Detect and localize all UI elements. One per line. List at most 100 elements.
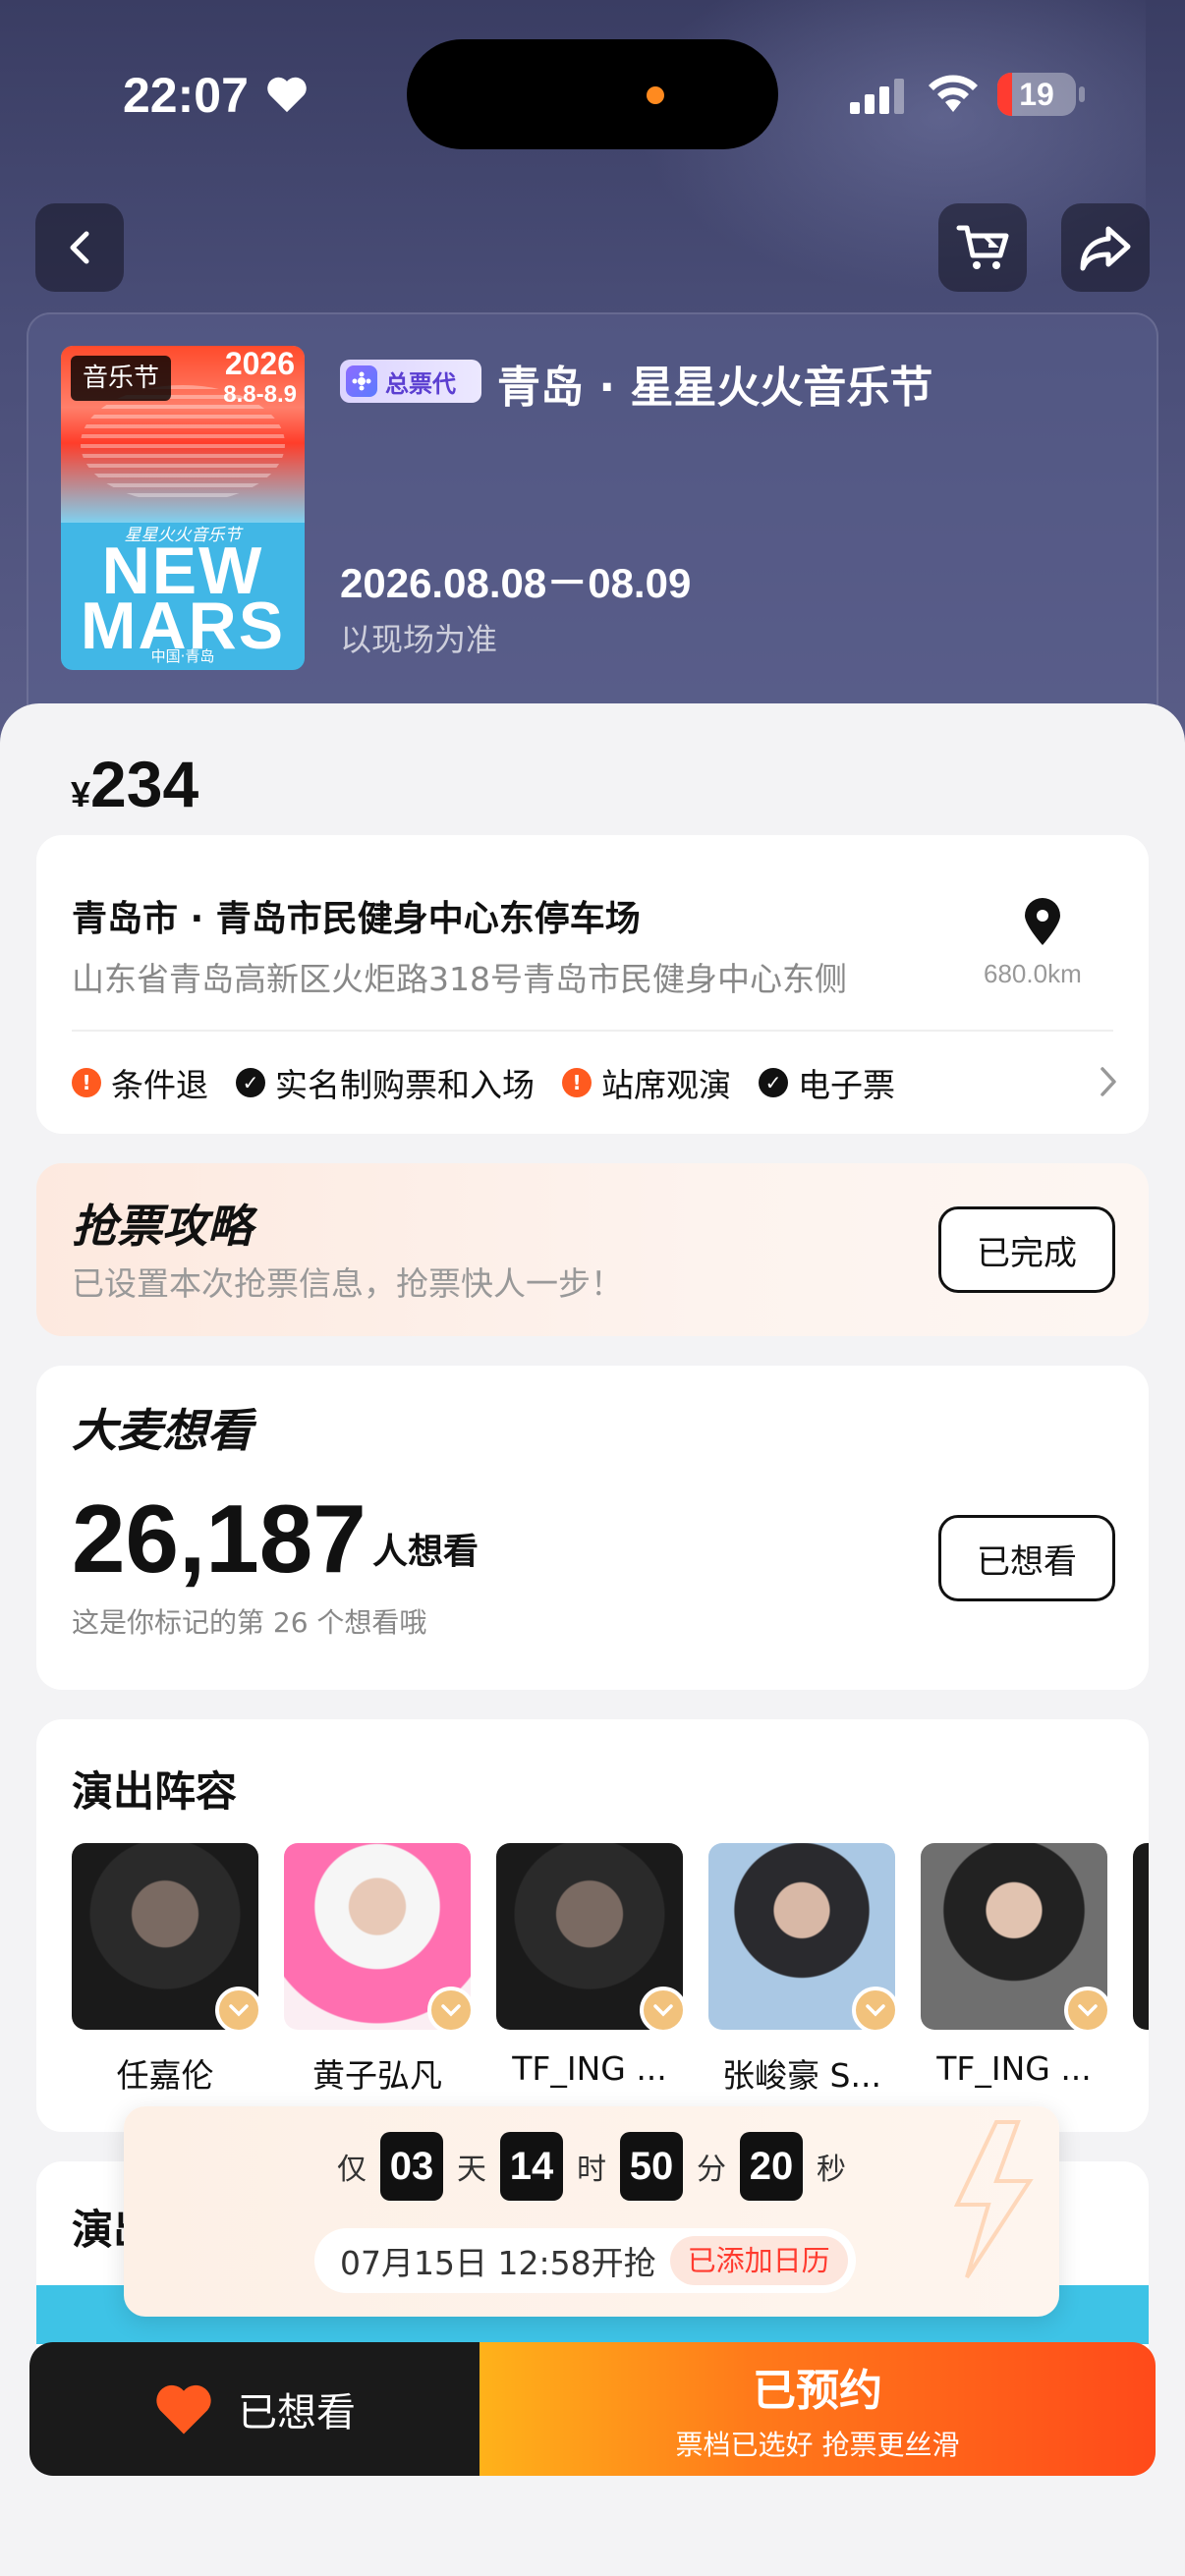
lineup-title: 演出阵容 (72, 1767, 238, 1816)
lineup-card: 演出阵容 任嘉伦 黄子弘凡 TF_ING ... 张峻豪 S... TF_ING… (36, 1719, 1149, 2132)
artist-item[interactable]: TF_ING ... (921, 1843, 1111, 2088)
countdown-seconds: 20 (740, 2132, 803, 2201)
tag-standing: ! 站席观演 (562, 1059, 731, 1106)
tag-eticket: ✓ 电子票 (759, 1059, 895, 1106)
event-date-range: 2026.08.08－08.09 (340, 560, 692, 606)
reserved-subtitle: 票档已选好 抢票更丝滑 (675, 2429, 960, 2461)
countdown-days-unit: 天 (457, 2153, 486, 2187)
poster-dates: 8.8-8.9 (223, 381, 297, 408)
sale-time: 07月15日 12:58开抢 (340, 2244, 656, 2282)
heart-icon (265, 75, 309, 118)
battery-indicator: 19 (997, 73, 1076, 116)
countdown-minutes: 50 (620, 2132, 683, 2201)
location-pin-icon[interactable] (1021, 896, 1064, 951)
tag-label: 条件退 (111, 1066, 208, 1104)
divider (72, 1030, 1113, 1032)
artist-name: 任嘉伦 (116, 2056, 214, 2095)
poster-category-tag: 音乐节 (71, 356, 172, 401)
sale-time-pill: 07月15日 12:58开抢 已添加日历 (314, 2228, 856, 2293)
artist-name: 黄子弘凡 (312, 2056, 442, 2095)
recording-indicator (647, 86, 664, 104)
reserved-label: 已预约 (753, 2366, 882, 2416)
want-toggle-button[interactable]: 已想看 (938, 1515, 1115, 1601)
strategy-title: 抢票攻略 (72, 1200, 253, 1253)
want-to-see-button[interactable]: 已想看 (29, 2342, 480, 2476)
cart-button[interactable] (938, 203, 1027, 292)
poster-year: 2026 (224, 346, 295, 381)
want-unit: 人想看 (372, 1532, 480, 1572)
reserved-button[interactable]: 已预约 票档已选好 抢票更丝滑 (480, 2342, 1156, 2476)
battery-percent: 19 (1019, 77, 1054, 112)
artist-list[interactable]: 任嘉伦 黄子弘凡 TF_ING ... 张峻豪 S... TF_ING ... … (72, 1843, 1149, 2099)
venue-card[interactable]: 青岛市 · 青岛市民健身中心东停车场 山东省青岛高新区火炬路318号青岛市民健身… (36, 835, 1149, 1134)
tag-label: 实名制购票和入场 (275, 1066, 535, 1104)
check-icon: ✓ (236, 1068, 265, 1097)
bottom-action-bar: 已想看 已预约 票档已选好 抢票更丝滑 (29, 2342, 1156, 2476)
follow-badge-icon (1064, 1987, 1111, 2034)
follow-badge-icon (852, 1987, 899, 2034)
want-title: 大麦想看 (72, 1404, 253, 1457)
countdown-hours-unit: 时 (577, 2153, 606, 2187)
service-tags[interactable]: ! 条件退 ✓ 实名制购票和入场 ! 站席观演 ✓ 电子票 (72, 1059, 923, 1106)
chevron-right-icon[interactable] (1098, 1065, 1119, 1102)
price-currency: ¥ (71, 774, 91, 814)
want-count: 26,187 (72, 1484, 367, 1593)
check-icon: ✓ (759, 1068, 788, 1097)
share-button[interactable] (1061, 203, 1150, 292)
venue-address: 山东省青岛高新区火炬路318号青岛市民健身中心东侧 (72, 960, 847, 998)
agent-logo-icon (346, 365, 377, 397)
countdown-prefix: 仅 (337, 2153, 367, 2187)
artist-name: TF_ING ... (936, 2049, 1092, 2088)
strategy-subtitle: 已设置本次抢票信息，抢票快人一步！ (72, 1264, 623, 1303)
artist-item[interactable]: 黄子弘凡 (284, 1843, 475, 2097)
share-icon (1080, 226, 1131, 271)
back-button[interactable] (35, 203, 124, 292)
price-value: 234 (90, 748, 199, 820)
want-to-see-card: 大麦想看 26,187 人想看 这是你标记的第 26 个想看哦 已想看 (36, 1366, 1149, 1690)
sale-countdown-panel: 仅 03 天 14 时 50 分 20 秒 07月15日 12:58开抢 已添加… (124, 2106, 1059, 2317)
artist-photo (1133, 1843, 1149, 2030)
battery-cap (1079, 86, 1085, 102)
status-time: 22:07 (123, 68, 249, 123)
tag-refund: ! 条件退 (72, 1059, 208, 1106)
cellular-signal-icon (850, 79, 907, 118)
countdown-minutes-unit: 分 (697, 2153, 726, 2187)
dynamic-island (407, 39, 778, 149)
want-note: 这是你标记的第 26 个想看哦 (72, 1606, 427, 1639)
countdown-timer: 仅 03 天 14 时 50 分 20 秒 (124, 2132, 1059, 2201)
calendar-added-button[interactable]: 已添加日历 (669, 2236, 848, 2285)
heart-icon (156, 2384, 211, 2435)
countdown-days: 03 (380, 2132, 443, 2201)
tag-realname: ✓ 实名制购票和入场 (236, 1059, 535, 1106)
artist-item[interactable]: 任嘉伦 (72, 1843, 262, 2097)
event-date-note: 以现场为准 (340, 621, 498, 658)
poster-location: 中国·青岛 (150, 647, 215, 665)
venue-name: 青岛市 · 青岛市民健身中心东停车场 (72, 899, 641, 939)
warning-icon: ! (562, 1068, 592, 1097)
countdown-seconds-unit: 秒 (817, 2153, 846, 2187)
chevron-left-icon (70, 231, 89, 264)
artist-name: 张峻豪 S... (722, 2056, 881, 2095)
venue-distance: 680.0km (984, 959, 1082, 988)
strategy-done-button[interactable]: 已完成 (938, 1206, 1115, 1293)
wifi-icon (926, 71, 981, 118)
warning-icon: ! (72, 1068, 101, 1097)
tag-label: 电子票 (798, 1066, 895, 1104)
follow-badge-icon (215, 1987, 262, 2034)
tag-label: 站席观演 (601, 1066, 731, 1104)
countdown-hours: 14 (500, 2132, 563, 2201)
artist-item[interactable]: TF_ING ... (496, 1843, 687, 2088)
follow-badge-icon (427, 1987, 475, 2034)
artist-name: TF_ING ... (512, 2049, 667, 2088)
artist-item[interactable]: 余 (1133, 1843, 1149, 2097)
event-title: 青岛 · 星星火火音乐节 (497, 363, 933, 413)
artist-item[interactable]: 张峻豪 S... (708, 1843, 899, 2097)
cart-icon (956, 225, 1009, 269)
artist-name: 余 (1133, 2049, 1149, 2097)
follow-badge-icon (640, 1987, 687, 2034)
ticket-strategy-card[interactable]: 抢票攻略 已设置本次抢票信息，抢票快人一步！ 已完成 (36, 1163, 1149, 1336)
want-to-see-label: 已想看 (238, 2390, 356, 2436)
price: ¥234 (71, 747, 198, 821)
agent-badge-label: 总票代 (385, 369, 456, 398)
agent-badge: 总票代 (340, 360, 481, 403)
